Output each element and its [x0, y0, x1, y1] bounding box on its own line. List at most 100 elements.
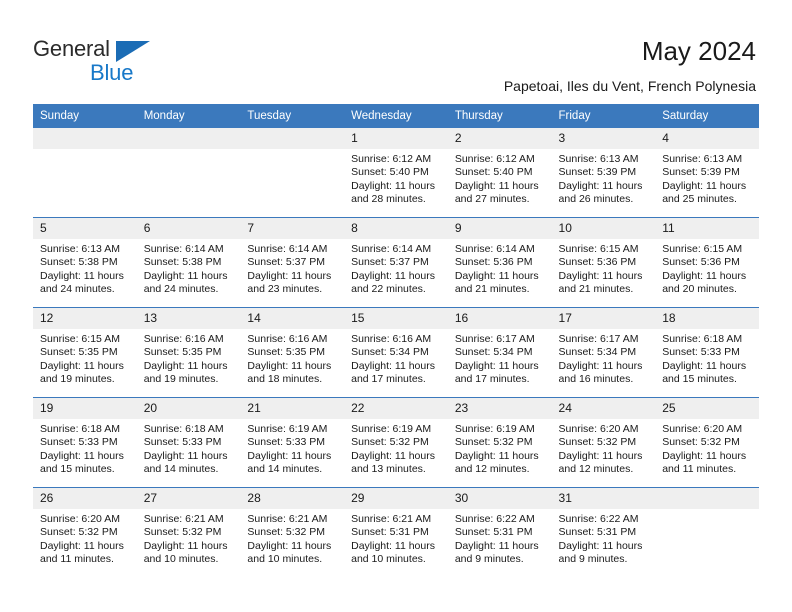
sunset-text: Sunset: 5:37 PM — [351, 256, 429, 269]
calendar-day-cell[interactable]: 6 Sunrise: 6:14 AM Sunset: 5:38 PM Daylight… — [136, 217, 241, 308]
calendar-day-cell[interactable]: 12 Sunrise: 6:15 AM Sunset: 5:35 PM Dayligh… — [33, 307, 137, 398]
weekday-header-tuesday: Tuesday — [240, 104, 345, 128]
sunrise-text: Sunrise: 6:19 AM — [351, 423, 432, 435]
calendar-day-cell[interactable]: 18 Sunrise: 6:18 AM Sunset: 5:33 PM Dayligh… — [655, 307, 759, 398]
sunset-text: Sunset: 5:32 PM — [351, 436, 429, 449]
daylight-text-line1: Daylight: 11 hours — [454, 449, 539, 462]
sunrise-text: Sunrise: 6:15 AM — [662, 243, 743, 255]
daylight-text-line1: Daylight: 11 hours — [247, 359, 332, 372]
calendar-day-cell[interactable]: 16 Sunrise: 6:17 AM Sunset: 5:34 PM Dayligh… — [447, 307, 552, 398]
logo-text-blue: Blue — [90, 60, 134, 85]
daylight-text-line1: Daylight: 11 hours — [662, 359, 747, 372]
calendar-day-cell[interactable]: 26 Sunrise: 6:20 AM Sunset: 5:32 PM Dayligh… — [33, 487, 137, 577]
sunrise-text: Sunrise: 6:21 AM — [143, 513, 224, 525]
calendar-day-cell[interactable]: 27 Sunrise: 6:21 AM Sunset: 5:32 PM Dayligh… — [136, 487, 241, 577]
day-number: 27 — [136, 488, 241, 509]
calendar-body: 1 Sunrise: 6:12 AM Sunset: 5:40 PM Daylight… — [33, 127, 759, 577]
sunrise-text: Sunrise: 6:17 AM — [558, 333, 639, 345]
calendar-day-cell[interactable]: 2 Sunrise: 6:12 AM Sunset: 5:40 PM Daylight… — [447, 127, 552, 218]
calendar-week-row: 19 Sunrise: 6:18 AM Sunset: 5:33 PM Dayligh… — [33, 397, 759, 488]
calendar-day-cell[interactable]: 7 Sunrise: 6:14 AM Sunset: 5:37 PM Daylight… — [240, 217, 345, 308]
calendar-day-cell[interactable]: 30 Sunrise: 6:22 AM Sunset: 5:31 PM Dayligh… — [447, 487, 552, 577]
sunset-text: Sunset: 5:35 PM — [247, 346, 326, 359]
sunrise-text: Sunrise: 6:21 AM — [247, 513, 328, 525]
calendar-day-cell[interactable]: 10 Sunrise: 6:15 AM Sunset: 5:36 PM Dayligh… — [551, 217, 656, 308]
day-number: 5 — [33, 218, 137, 239]
sunset-text: Sunset: 5:33 PM — [40, 436, 118, 449]
calendar-day-cell[interactable]: 19 Sunrise: 6:18 AM Sunset: 5:33 PM Dayligh… — [33, 397, 137, 488]
calendar-day-cell[interactable]: 20 Sunrise: 6:18 AM Sunset: 5:33 PM Dayligh… — [136, 397, 241, 488]
daylight-text-line2: and 12 minutes. — [558, 463, 634, 476]
daylight-text-line1: Daylight: 11 hours — [662, 449, 747, 462]
sunset-text: Sunset: 5:37 PM — [247, 256, 326, 269]
calendar-day-cell[interactable]: 24 Sunrise: 6:20 AM Sunset: 5:32 PM Dayligh… — [551, 397, 656, 488]
calendar-day-cell[interactable]: 3 Sunrise: 6:13 AM Sunset: 5:39 PM Daylight… — [551, 127, 656, 218]
sunset-text: Sunset: 5:40 PM — [351, 166, 429, 179]
daylight-text-line1: Daylight: 11 hours — [558, 179, 643, 192]
calendar-day-cell[interactable]: 31 Sunrise: 6:22 AM Sunset: 5:31 PM Dayligh… — [551, 487, 656, 577]
daylight-text-line1: Daylight: 11 hours — [558, 539, 643, 552]
sunrise-text: Sunrise: 6:22 AM — [454, 513, 535, 525]
day-details: Sunrise: 6:15 AM Sunset: 5:36 PM Daylight:… — [552, 239, 656, 297]
calendar-day-cell[interactable]: 9 Sunrise: 6:14 AM Sunset: 5:36 PM Daylight… — [447, 217, 552, 308]
calendar-day-cell[interactable]: 5 Sunrise: 6:13 AM Sunset: 5:38 PM Daylight… — [33, 217, 137, 308]
day-details: Sunrise: 6:22 AM Sunset: 5:31 PM Daylight:… — [552, 509, 656, 567]
sunrise-text: Sunrise: 6:18 AM — [662, 333, 743, 345]
sunrise-text: Sunrise: 6:13 AM — [558, 153, 639, 165]
calendar-day-cell[interactable]: 4 Sunrise: 6:13 AM Sunset: 5:39 PM Daylight… — [655, 127, 759, 218]
calendar-day-cell[interactable]: 23 Sunrise: 6:19 AM Sunset: 5:32 PM Dayligh… — [447, 397, 552, 488]
day-details: Sunrise: 6:16 AM Sunset: 5:35 PM Daylight:… — [240, 329, 344, 387]
daylight-text-line2: and 15 minutes. — [40, 463, 115, 476]
day-number: 1 — [344, 128, 448, 149]
calendar-day-cell-empty — [655, 487, 759, 577]
daylight-text-line2: and 24 minutes. — [40, 283, 115, 296]
calendar-day-cell[interactable]: 15 Sunrise: 6:16 AM Sunset: 5:34 PM Dayligh… — [344, 307, 448, 398]
day-details: Sunrise: 6:13 AM Sunset: 5:38 PM Daylight:… — [33, 239, 137, 297]
daylight-text-line2: and 9 minutes. — [558, 553, 628, 566]
sunrise-text: Sunrise: 6:19 AM — [247, 423, 328, 435]
day-details — [137, 149, 241, 153]
daylight-text-line2: and 22 minutes. — [351, 283, 426, 296]
day-details — [240, 149, 344, 153]
calendar-week-row: 12 Sunrise: 6:15 AM Sunset: 5:35 PM Dayligh… — [33, 307, 759, 398]
calendar-day-cell[interactable]: 8 Sunrise: 6:14 AM Sunset: 5:37 PM Daylight… — [344, 217, 448, 308]
day-details: Sunrise: 6:18 AM Sunset: 5:33 PM Daylight:… — [137, 419, 241, 477]
daylight-text-line2: and 18 minutes. — [247, 373, 323, 386]
general-blue-logo[interactable]: General Blue — [33, 36, 253, 85]
daylight-text-line1: Daylight: 11 hours — [40, 359, 124, 372]
weekday-header-thursday: Thursday — [447, 104, 552, 128]
calendar-day-cell[interactable]: 22 Sunrise: 6:19 AM Sunset: 5:32 PM Dayligh… — [344, 397, 448, 488]
calendar-day-cell[interactable]: 25 Sunrise: 6:20 AM Sunset: 5:32 PM Dayligh… — [655, 397, 759, 488]
day-details: Sunrise: 6:15 AM Sunset: 5:36 PM Daylight:… — [655, 239, 759, 297]
sunset-text: Sunset: 5:31 PM — [454, 526, 533, 539]
day-details: Sunrise: 6:12 AM Sunset: 5:40 PM Daylight:… — [448, 149, 552, 207]
day-number — [33, 128, 137, 149]
day-details: Sunrise: 6:18 AM Sunset: 5:33 PM Daylight:… — [33, 419, 137, 477]
day-number: 8 — [344, 218, 448, 239]
sunrise-text: Sunrise: 6:13 AM — [40, 243, 120, 255]
calendar-day-cell[interactable]: 29 Sunrise: 6:21 AM Sunset: 5:31 PM Dayligh… — [344, 487, 448, 577]
sunset-text: Sunset: 5:34 PM — [558, 346, 637, 359]
day-details: Sunrise: 6:22 AM Sunset: 5:31 PM Daylight:… — [448, 509, 552, 567]
daylight-text-line2: and 15 minutes. — [662, 373, 737, 386]
daylight-text-line2: and 14 minutes. — [247, 463, 323, 476]
calendar-day-cell[interactable]: 13 Sunrise: 6:16 AM Sunset: 5:35 PM Dayligh… — [136, 307, 241, 398]
sunset-text: Sunset: 5:36 PM — [454, 256, 533, 269]
daylight-text-line1: Daylight: 11 hours — [351, 269, 435, 282]
daylight-text-line2: and 21 minutes. — [558, 283, 634, 296]
calendar-day-cell[interactable]: 11 Sunrise: 6:15 AM Sunset: 5:36 PM Dayligh… — [655, 217, 759, 308]
sunrise-text: Sunrise: 6:13 AM — [662, 153, 743, 165]
day-number: 26 — [33, 488, 137, 509]
day-details — [655, 509, 759, 513]
daylight-text-line2: and 10 minutes. — [351, 553, 426, 566]
sunrise-text: Sunrise: 6:14 AM — [143, 243, 224, 255]
sunrise-text: Sunrise: 6:18 AM — [143, 423, 224, 435]
daylight-text-line2: and 23 minutes. — [247, 283, 323, 296]
calendar-day-cell[interactable]: 28 Sunrise: 6:21 AM Sunset: 5:32 PM Dayligh… — [240, 487, 345, 577]
calendar-day-cell[interactable]: 17 Sunrise: 6:17 AM Sunset: 5:34 PM Dayligh… — [551, 307, 656, 398]
sunset-text: Sunset: 5:33 PM — [662, 346, 740, 359]
calendar-day-cell[interactable]: 14 Sunrise: 6:16 AM Sunset: 5:35 PM Dayligh… — [240, 307, 345, 398]
calendar-day-cell[interactable]: 1 Sunrise: 6:12 AM Sunset: 5:40 PM Daylight… — [344, 127, 448, 218]
day-details: Sunrise: 6:20 AM Sunset: 5:32 PM Daylight:… — [655, 419, 759, 477]
calendar-day-cell[interactable]: 21 Sunrise: 6:19 AM Sunset: 5:33 PM Dayligh… — [240, 397, 345, 488]
